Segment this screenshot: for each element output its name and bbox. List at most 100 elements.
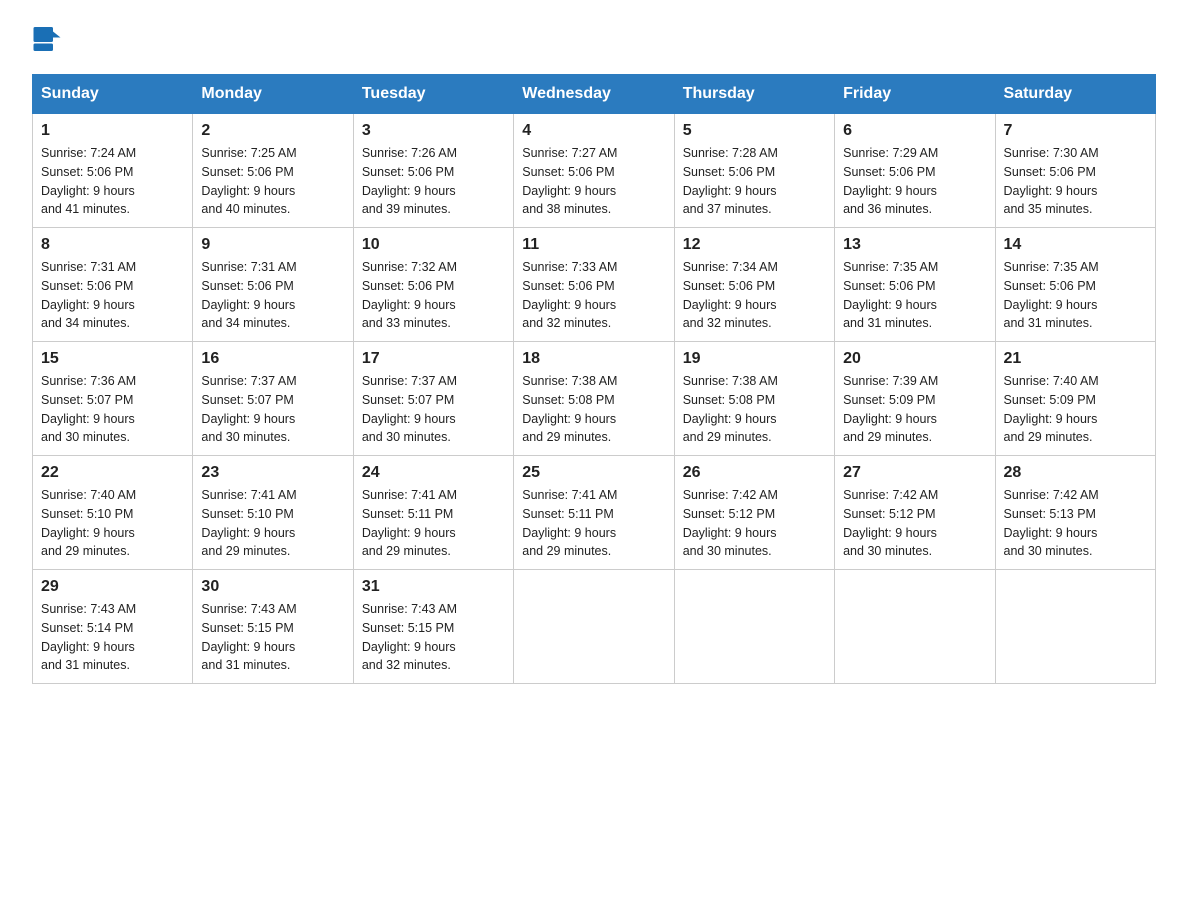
day-number: 27 bbox=[843, 464, 986, 482]
day-number: 4 bbox=[522, 122, 665, 140]
day-number: 22 bbox=[41, 464, 184, 482]
day-number: 30 bbox=[201, 578, 344, 596]
day-number: 31 bbox=[362, 578, 505, 596]
day-number: 11 bbox=[522, 236, 665, 254]
calendar-cell: 17 Sunrise: 7:37 AMSunset: 5:07 PMDayligh… bbox=[353, 342, 513, 456]
day-info: Sunrise: 7:28 AMSunset: 5:06 PMDaylight:… bbox=[683, 144, 826, 219]
day-header-saturday: Saturday bbox=[995, 75, 1155, 114]
calendar-week-4: 22 Sunrise: 7:40 AMSunset: 5:10 PMDayligh… bbox=[33, 456, 1156, 570]
calendar-cell: 20 Sunrise: 7:39 AMSunset: 5:09 PMDayligh… bbox=[835, 342, 995, 456]
calendar-cell: 25Sunrise: 7:41 AMSunset: 5:11 PMDayligh… bbox=[514, 456, 674, 570]
day-number: 5 bbox=[683, 122, 826, 140]
day-info: Sunrise: 7:43 AMSunset: 5:15 PMDaylight:… bbox=[362, 600, 505, 675]
calendar-cell: 7 Sunrise: 7:30 AMSunset: 5:06 PMDaylight… bbox=[995, 114, 1155, 228]
day-info: Sunrise: 7:35 AMSunset: 5:06 PMDaylight:… bbox=[1004, 258, 1147, 333]
calendar-cell: 16 Sunrise: 7:37 AMSunset: 5:07 PMDayligh… bbox=[193, 342, 353, 456]
calendar-cell: 28Sunrise: 7:42 AMSunset: 5:13 PMDayligh… bbox=[995, 456, 1155, 570]
day-info: Sunrise: 7:42 AMSunset: 5:12 PMDaylight:… bbox=[683, 486, 826, 561]
day-info: Sunrise: 7:33 AMSunset: 5:06 PMDaylight:… bbox=[522, 258, 665, 333]
day-info: Sunrise: 7:41 AMSunset: 5:10 PMDaylight:… bbox=[201, 486, 344, 561]
day-info: Sunrise: 7:25 AMSunset: 5:06 PMDaylight:… bbox=[201, 144, 344, 219]
day-info: Sunrise: 7:41 AMSunset: 5:11 PMDaylight:… bbox=[522, 486, 665, 561]
day-number: 16 bbox=[201, 350, 344, 368]
calendar-cell: 27Sunrise: 7:42 AMSunset: 5:12 PMDayligh… bbox=[835, 456, 995, 570]
day-header-thursday: Thursday bbox=[674, 75, 834, 114]
day-number: 1 bbox=[41, 122, 184, 140]
day-info: Sunrise: 7:36 AMSunset: 5:07 PMDaylight:… bbox=[41, 372, 184, 447]
day-info: Sunrise: 7:37 AMSunset: 5:07 PMDaylight:… bbox=[201, 372, 344, 447]
day-number: 8 bbox=[41, 236, 184, 254]
calendar-cell: 3 Sunrise: 7:26 AMSunset: 5:06 PMDaylight… bbox=[353, 114, 513, 228]
calendar-cell: 9 Sunrise: 7:31 AMSunset: 5:06 PMDaylight… bbox=[193, 228, 353, 342]
day-info: Sunrise: 7:43 AMSunset: 5:14 PMDaylight:… bbox=[41, 600, 184, 675]
day-number: 20 bbox=[843, 350, 986, 368]
calendar-cell bbox=[674, 570, 834, 684]
day-info: Sunrise: 7:27 AMSunset: 5:06 PMDaylight:… bbox=[522, 144, 665, 219]
day-number: 29 bbox=[41, 578, 184, 596]
day-number: 2 bbox=[201, 122, 344, 140]
calendar-cell: 18 Sunrise: 7:38 AMSunset: 5:08 PMDayligh… bbox=[514, 342, 674, 456]
calendar-cell: 26 Sunrise: 7:42 AMSunset: 5:12 PMDayligh… bbox=[674, 456, 834, 570]
day-number: 13 bbox=[843, 236, 986, 254]
day-number: 3 bbox=[362, 122, 505, 140]
calendar-table: SundayMondayTuesdayWednesdayThursdayFrid… bbox=[32, 74, 1156, 684]
calendar-cell: 30 Sunrise: 7:43 AMSunset: 5:15 PMDayligh… bbox=[193, 570, 353, 684]
day-header-monday: Monday bbox=[193, 75, 353, 114]
calendar-cell: 4 Sunrise: 7:27 AMSunset: 5:06 PMDaylight… bbox=[514, 114, 674, 228]
day-number: 18 bbox=[522, 350, 665, 368]
calendar-cell bbox=[514, 570, 674, 684]
calendar-cell: 19Sunrise: 7:38 AMSunset: 5:08 PMDayligh… bbox=[674, 342, 834, 456]
calendar-cell: 2 Sunrise: 7:25 AMSunset: 5:06 PMDaylight… bbox=[193, 114, 353, 228]
day-info: Sunrise: 7:31 AMSunset: 5:06 PMDaylight:… bbox=[201, 258, 344, 333]
calendar-week-1: 1 Sunrise: 7:24 AMSunset: 5:06 PMDaylight… bbox=[33, 114, 1156, 228]
calendar-cell: 5 Sunrise: 7:28 AMSunset: 5:06 PMDaylight… bbox=[674, 114, 834, 228]
day-number: 12 bbox=[683, 236, 826, 254]
day-number: 19 bbox=[683, 350, 826, 368]
day-info: Sunrise: 7:38 AMSunset: 5:08 PMDaylight:… bbox=[522, 372, 665, 447]
day-number: 7 bbox=[1004, 122, 1147, 140]
calendar-cell: 8 Sunrise: 7:31 AMSunset: 5:06 PMDaylight… bbox=[33, 228, 193, 342]
day-info: Sunrise: 7:24 AMSunset: 5:06 PMDaylight:… bbox=[41, 144, 184, 219]
day-info: Sunrise: 7:37 AMSunset: 5:07 PMDaylight:… bbox=[362, 372, 505, 447]
calendar-cell: 1 Sunrise: 7:24 AMSunset: 5:06 PMDaylight… bbox=[33, 114, 193, 228]
day-info: Sunrise: 7:32 AMSunset: 5:06 PMDaylight:… bbox=[362, 258, 505, 333]
day-number: 6 bbox=[843, 122, 986, 140]
day-number: 24 bbox=[362, 464, 505, 482]
calendar-cell: 24 Sunrise: 7:41 AMSunset: 5:11 PMDayligh… bbox=[353, 456, 513, 570]
day-header-friday: Friday bbox=[835, 75, 995, 114]
calendar-body: 1 Sunrise: 7:24 AMSunset: 5:06 PMDaylight… bbox=[33, 114, 1156, 684]
day-number: 15 bbox=[41, 350, 184, 368]
calendar-cell: 11 Sunrise: 7:33 AMSunset: 5:06 PMDayligh… bbox=[514, 228, 674, 342]
calendar-week-2: 8 Sunrise: 7:31 AMSunset: 5:06 PMDaylight… bbox=[33, 228, 1156, 342]
logo-icon bbox=[32, 24, 62, 54]
header bbox=[32, 24, 1156, 54]
day-info: Sunrise: 7:30 AMSunset: 5:06 PMDaylight:… bbox=[1004, 144, 1147, 219]
calendar-cell bbox=[835, 570, 995, 684]
calendar-cell: 6 Sunrise: 7:29 AMSunset: 5:06 PMDaylight… bbox=[835, 114, 995, 228]
day-number: 28 bbox=[1004, 464, 1147, 482]
logo bbox=[32, 24, 66, 54]
day-number: 17 bbox=[362, 350, 505, 368]
calendar-cell bbox=[995, 570, 1155, 684]
calendar-cell: 29 Sunrise: 7:43 AMSunset: 5:14 PMDayligh… bbox=[33, 570, 193, 684]
day-info: Sunrise: 7:41 AMSunset: 5:11 PMDaylight:… bbox=[362, 486, 505, 561]
calendar-header-row: SundayMondayTuesdayWednesdayThursdayFrid… bbox=[33, 75, 1156, 114]
day-info: Sunrise: 7:26 AMSunset: 5:06 PMDaylight:… bbox=[362, 144, 505, 219]
day-info: Sunrise: 7:43 AMSunset: 5:15 PMDaylight:… bbox=[201, 600, 344, 675]
day-info: Sunrise: 7:34 AMSunset: 5:06 PMDaylight:… bbox=[683, 258, 826, 333]
day-number: 9 bbox=[201, 236, 344, 254]
calendar-week-3: 15 Sunrise: 7:36 AMSunset: 5:07 PMDayligh… bbox=[33, 342, 1156, 456]
day-info: Sunrise: 7:40 AMSunset: 5:10 PMDaylight:… bbox=[41, 486, 184, 561]
day-info: Sunrise: 7:40 AMSunset: 5:09 PMDaylight:… bbox=[1004, 372, 1147, 447]
day-info: Sunrise: 7:35 AMSunset: 5:06 PMDaylight:… bbox=[843, 258, 986, 333]
day-info: Sunrise: 7:31 AMSunset: 5:06 PMDaylight:… bbox=[41, 258, 184, 333]
calendar-cell: 13 Sunrise: 7:35 AMSunset: 5:06 PMDayligh… bbox=[835, 228, 995, 342]
day-number: 26 bbox=[683, 464, 826, 482]
day-info: Sunrise: 7:39 AMSunset: 5:09 PMDaylight:… bbox=[843, 372, 986, 447]
calendar-cell: 14Sunrise: 7:35 AMSunset: 5:06 PMDayligh… bbox=[995, 228, 1155, 342]
calendar-cell: 10Sunrise: 7:32 AMSunset: 5:06 PMDayligh… bbox=[353, 228, 513, 342]
calendar-week-5: 29 Sunrise: 7:43 AMSunset: 5:14 PMDayligh… bbox=[33, 570, 1156, 684]
calendar-cell: 12 Sunrise: 7:34 AMSunset: 5:06 PMDayligh… bbox=[674, 228, 834, 342]
day-info: Sunrise: 7:29 AMSunset: 5:06 PMDaylight:… bbox=[843, 144, 986, 219]
calendar-cell: 21Sunrise: 7:40 AMSunset: 5:09 PMDayligh… bbox=[995, 342, 1155, 456]
